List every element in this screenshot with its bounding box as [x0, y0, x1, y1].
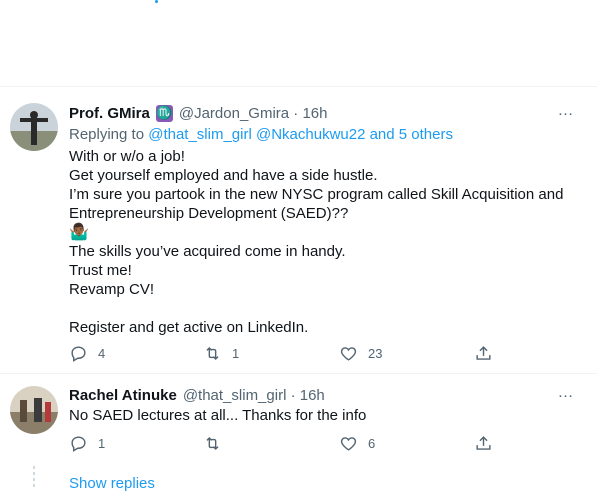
more-icon[interactable]: … [555, 103, 577, 124]
scorpio-emoji: ♏ [155, 104, 173, 122]
tweet-text-line: I’m sure you partook in the new NYSC pro… [69, 186, 564, 203]
tweet-text-line: No SAED lectures at all... Thanks for th… [69, 407, 367, 424]
tweet-text-line: Get yourself employed and have a side hu… [69, 167, 378, 184]
reply-count: 4 [98, 346, 106, 361]
handle-time[interactable]: @Jardon_Gmira · 16h [179, 105, 328, 122]
tweet-text-line: Register and get active on LinkedIn. [69, 319, 309, 336]
heart-icon [340, 347, 357, 361]
tweet-text-line: Revamp CV! [69, 281, 155, 298]
tweet-header: Rachel Atinuke @that_slim_girl · 16h [69, 385, 557, 405]
author-name[interactable]: Rachel Atinuke [69, 387, 177, 404]
share-button[interactable] [474, 344, 493, 363]
reply-button[interactable]: 1 [69, 434, 105, 453]
shrug-emoji: 🤷🏾‍♂️ [69, 224, 89, 241]
handle-time[interactable]: @that_slim_girl · 16h [183, 387, 325, 404]
like-button[interactable]: 23 [339, 344, 382, 363]
previous-tweet-fragment [155, 0, 158, 3]
reply-button[interactable]: 4 [69, 344, 105, 363]
show-replies-link[interactable]: Show replies [69, 475, 155, 492]
tweet-header: Prof. GMira ♏ @Jardon_Gmira · 16h [69, 103, 557, 123]
share-icon [476, 436, 491, 450]
retweet-button[interactable]: 1 [203, 344, 239, 363]
avatar[interactable] [10, 386, 58, 434]
retweet-icon [206, 346, 219, 361]
retweet-count: 1 [232, 346, 240, 361]
reply-icon [71, 436, 86, 452]
more-icon[interactable]: … [555, 385, 577, 406]
tweet-text-line: With or w/o a job! [69, 148, 185, 165]
share-icon [476, 346, 491, 360]
heart-icon [340, 437, 357, 451]
thread-dots [33, 466, 35, 490]
tweet-text-line: Entrepreneurship Development (SAED)?? [69, 205, 349, 222]
reply-icon [71, 346, 86, 362]
like-count: 6 [368, 436, 376, 451]
replying-prefix: Replying to [69, 126, 149, 143]
retweet-button[interactable] [203, 434, 232, 453]
retweet-icon [206, 436, 219, 451]
replying-links[interactable]: @that_slim_girl @Nkachukwu22 and 5 other… [148, 126, 453, 143]
like-count: 23 [368, 346, 383, 361]
tweet-text-line: Trust me! [69, 262, 132, 279]
share-button[interactable] [474, 434, 493, 453]
author-name[interactable]: Prof. GMira [69, 105, 150, 122]
like-button[interactable]: 6 [339, 434, 375, 453]
replying-to: Replying to @that_slim_girl @Nkachukwu22… [69, 126, 453, 143]
divider [0, 373, 597, 374]
avatar[interactable] [10, 103, 58, 151]
tweet-text-line: The skills you’ve acquired come in handy… [69, 243, 346, 260]
divider [0, 86, 597, 87]
reply-count: 1 [98, 436, 106, 451]
